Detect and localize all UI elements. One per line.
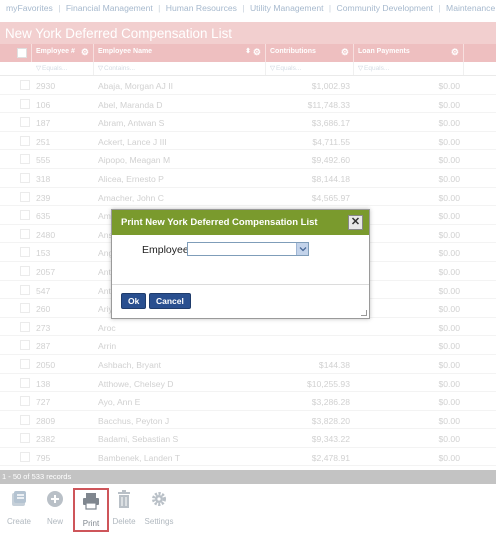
dialog-body: Employee (112, 235, 369, 285)
resize-handle[interactable] (361, 310, 367, 316)
dialog-title-bar[interactable]: Print New York Deferred Compensation Lis… (112, 210, 369, 235)
ok-button[interactable]: Ok (121, 293, 147, 309)
employee-select[interactable] (187, 242, 309, 256)
chevron-down-icon[interactable] (296, 243, 308, 255)
print-dialog: Print New York Deferred Compensation Lis… (111, 209, 370, 319)
cancel-button[interactable]: Cancel (149, 293, 191, 309)
dialog-title: Print New York Deferred Compensation Lis… (121, 217, 318, 228)
dialog-footer: Ok Cancel (112, 285, 369, 318)
close-icon[interactable]: ✕ (348, 215, 363, 230)
employee-label: Employee (142, 244, 189, 256)
app-root: myFavorites | Financial Management | Hum… (0, 0, 496, 534)
